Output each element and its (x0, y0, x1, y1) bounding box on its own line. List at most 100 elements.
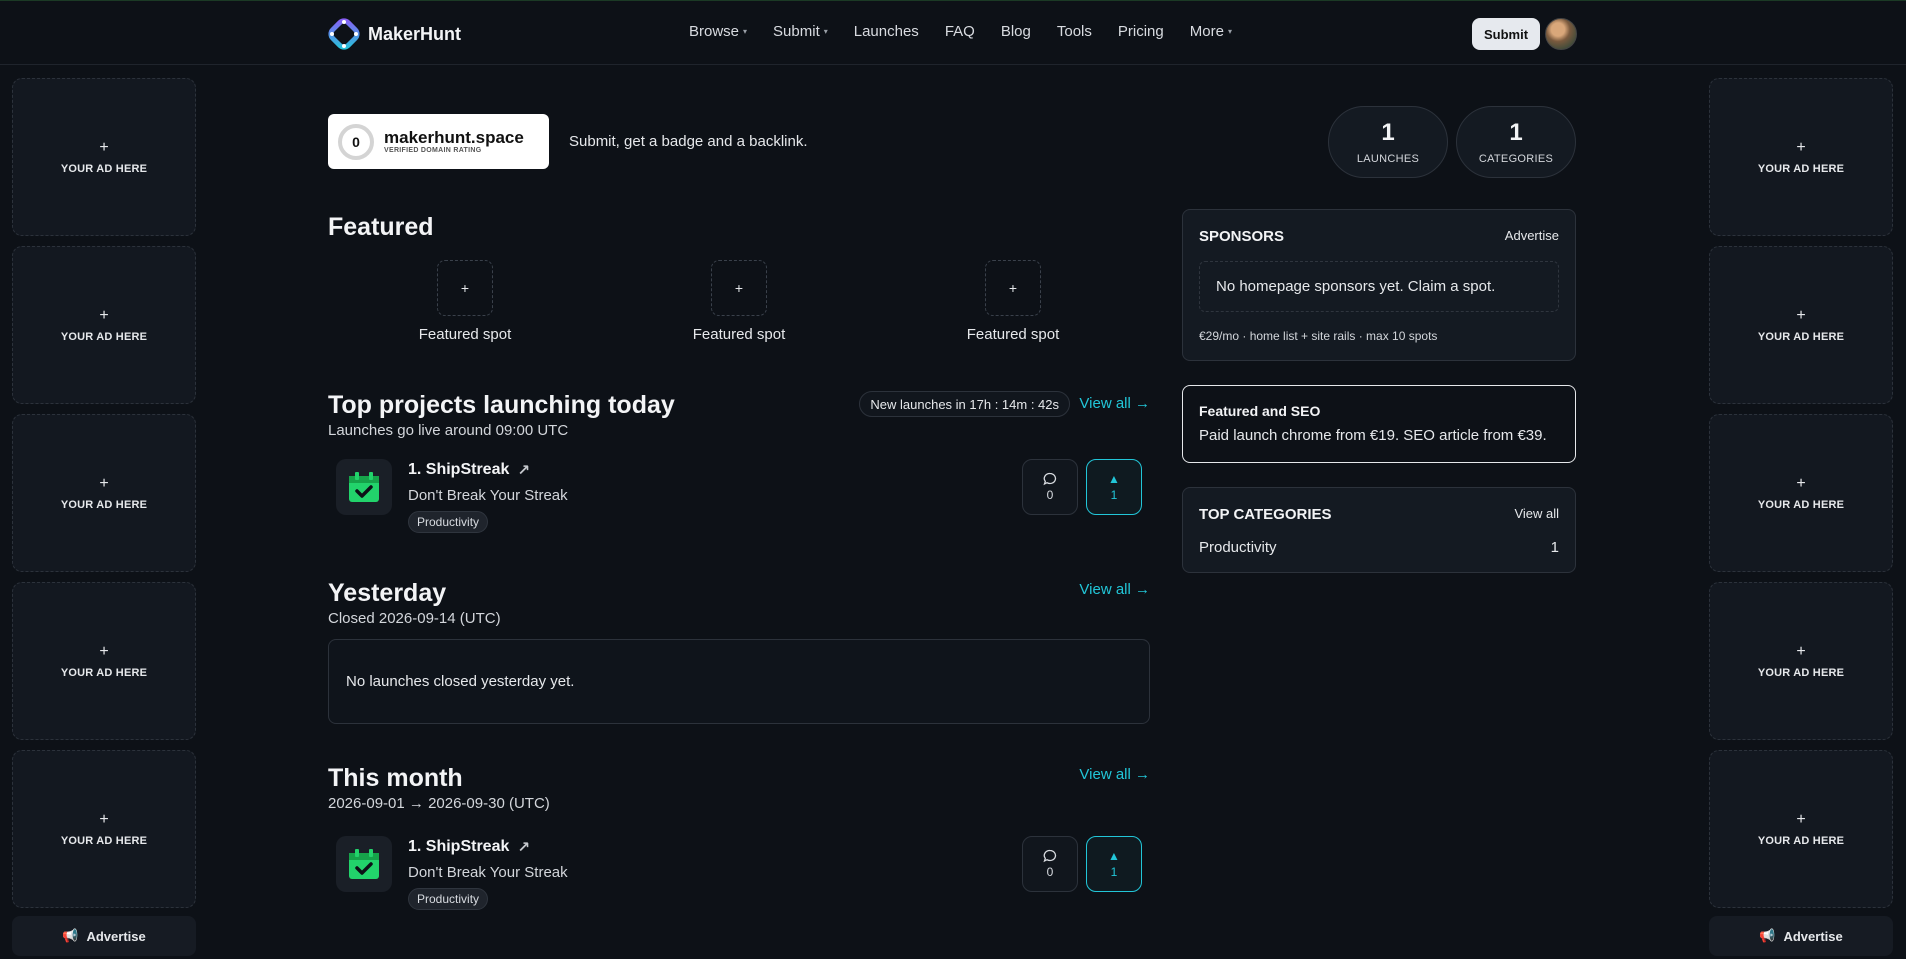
ad-slot[interactable]: + YOUR AD HERE (1709, 78, 1893, 236)
stat-categories: 1 CATEGORIES (1456, 106, 1576, 178)
launch-name[interactable]: 1. ShipStreak ↗ (408, 461, 530, 479)
nav-faq[interactable]: FAQ (945, 23, 975, 40)
sponsor-empty-slot[interactable]: No homepage sponsors yet. Claim a spot. (1199, 261, 1559, 312)
ad-slot[interactable]: + YOUR AD HERE (1709, 582, 1893, 740)
stat-launches-label: LAUNCHES (1356, 153, 1420, 165)
comment-button[interactable]: 0 (1022, 836, 1078, 892)
month-header: This month 2026-09-01 → 2026-09-30 (UTC)… (328, 764, 1150, 812)
featured-spot[interactable]: + Featured spot (602, 260, 876, 343)
nav-launches[interactable]: Launches (854, 23, 919, 40)
badge-tagline: Submit, get a badge and a backlink. (569, 133, 808, 150)
plus-icon: + (1796, 475, 1806, 492)
featured-spot[interactable]: + Featured spot (876, 260, 1150, 343)
today-header: Top projects launching today Launches go… (328, 391, 1150, 439)
main-content: 0 makerhunt.space VERIFIED DOMAIN RATING… (328, 114, 1150, 926)
top-categories-title: TOP CATEGORIES (1199, 506, 1332, 523)
domain-rating-badge[interactable]: 0 makerhunt.space VERIFIED DOMAIN RATING (328, 114, 549, 169)
launch-item[interactable]: 1. ShipStreak ↗ Don't Break Your Streak P… (328, 836, 1150, 926)
plus-icon: + (1796, 643, 1806, 660)
stat-categories-label: CATEGORIES (1478, 153, 1554, 165)
nav-launches-label: Launches (853, 23, 919, 40)
upvote-button[interactable]: ▲ 1 (1086, 459, 1142, 515)
app-name: MakerHunt (368, 23, 462, 44)
launch-tagline: Don't Break Your Streak (408, 864, 568, 881)
comment-count: 0 (1046, 488, 1054, 502)
ad-slot[interactable]: + YOUR AD HERE (1709, 750, 1893, 908)
category-row[interactable]: Productivity 1 (1183, 523, 1575, 556)
ad-slot[interactable]: + YOUR AD HERE (12, 78, 196, 236)
month-view-all-link[interactable]: View all → (1079, 766, 1150, 783)
plus-icon: + (99, 307, 109, 324)
ad-slot[interactable]: + YOUR AD HERE (1709, 414, 1893, 572)
advertise-button[interactable]: 📢 Advertise (1709, 916, 1893, 956)
category-name: Productivity (1199, 539, 1277, 556)
nav-more[interactable]: More ▾ (1190, 23, 1232, 40)
external-link-icon[interactable]: ↗ (517, 461, 530, 479)
category-tag[interactable]: Productivity (408, 511, 489, 533)
launch-name[interactable]: 1. ShipStreak ↗ (408, 838, 530, 856)
calendar-check-icon (336, 836, 392, 892)
ad-slot[interactable]: + YOUR AD HERE (12, 246, 196, 404)
top-categories-header: TOP CATEGORIES View all (1183, 488, 1575, 523)
launch-name-text: 1. ShipStreak (408, 838, 510, 855)
nav-tools[interactable]: Tools (1057, 23, 1092, 40)
stats-row: 1 LAUNCHES 1 CATEGORIES (1328, 106, 1576, 178)
launch-item[interactable]: 1. ShipStreak ↗ Don't Break Your Streak P… (328, 459, 1150, 549)
vote-count: 1 (1110, 488, 1118, 502)
advertise-button[interactable]: 📢 Advertise (12, 916, 196, 956)
yesterday-title: Yesterday (328, 579, 447, 607)
category-tag[interactable]: Productivity (408, 888, 489, 910)
advertise-label: Advertise (1783, 928, 1843, 944)
today-view-all-link[interactable]: View all → (1079, 395, 1150, 412)
nav-submit-label: Submit (773, 23, 820, 40)
yesterday-header: Yesterday Closed 2026-09-14 (UTC) View a… (328, 579, 1150, 627)
stat-launches-value: 1 (1381, 119, 1395, 146)
plus-icon: + (1796, 307, 1806, 324)
megaphone-icon: 📢 (1759, 928, 1776, 943)
featured-seo-card[interactable]: Featured and SEO Paid launch chrome from… (1182, 385, 1576, 463)
megaphone-icon: 📢 (62, 928, 79, 943)
nav-more-label: More (1189, 23, 1224, 40)
logo[interactable]: MakerHunt (328, 18, 461, 50)
month-section: This month 2026-09-01 → 2026-09-30 (UTC)… (328, 764, 1150, 926)
upvote-button[interactable]: ▲ 1 (1086, 836, 1142, 892)
badge-text-group: makerhunt.space VERIFIED DOMAIN RATING (384, 128, 524, 155)
main-nav: Browse ▾ Submit ▾ Launches FAQ Blog Tools … (689, 23, 1258, 40)
plus-icon: + (99, 811, 109, 828)
ad-slot-label: YOUR AD HERE (60, 835, 148, 847)
seo-title: Featured and SEO (1199, 403, 1321, 419)
nav-pricing-label: Pricing (1117, 23, 1164, 40)
ad-slot-label: YOUR AD HERE (1757, 499, 1845, 511)
nav-blog[interactable]: Blog (1001, 23, 1031, 40)
ad-slot-label: YOUR AD HERE (1757, 331, 1845, 343)
ad-slot[interactable]: + YOUR AD HERE (12, 414, 196, 572)
top-categories-view-all-link[interactable]: View all (1514, 506, 1559, 523)
comment-icon (1043, 472, 1057, 486)
launch-name-text: 1. ShipStreak (408, 461, 510, 478)
ad-slot[interactable]: + YOUR AD HERE (12, 582, 196, 740)
featured-spot[interactable]: + Featured spot (328, 260, 602, 343)
nav-pricing[interactable]: Pricing (1118, 23, 1164, 40)
top-navbar: MakerHunt Browse ▾ Submit ▾ Launches FAQ B… (0, 0, 1906, 65)
yesterday-view-all-link[interactable]: View all → (1079, 581, 1150, 598)
nav-browse[interactable]: Browse ▾ (689, 23, 747, 40)
chevron-down-icon: ▾ (1227, 27, 1232, 36)
badge-subtitle: VERIFIED DOMAIN RATING (384, 147, 482, 155)
ad-slot-label: YOUR AD HERE (1757, 667, 1845, 679)
plus-icon: + (985, 260, 1041, 316)
countdown-badge: New launches in 17h : 14m : 42s (859, 391, 1070, 417)
sponsors-advertise-link[interactable]: Advertise (1505, 228, 1559, 245)
comment-button[interactable]: 0 (1022, 459, 1078, 515)
ad-slot-label: YOUR AD HERE (60, 667, 148, 679)
submit-button[interactable]: Submit (1472, 18, 1541, 50)
ad-slot[interactable]: + YOUR AD HERE (1709, 246, 1893, 404)
nav-submit[interactable]: Submit ▾ (773, 23, 828, 40)
today-subtitle: Launches go live around 09:00 UTC (328, 422, 569, 439)
ad-slot-label: YOUR AD HERE (60, 499, 148, 511)
external-link-icon[interactable]: ↗ (517, 838, 530, 856)
avatar[interactable] (1545, 18, 1577, 50)
plus-icon: + (711, 260, 767, 316)
nav-browse-label: Browse (689, 23, 740, 40)
sponsors-title: SPONSORS (1199, 228, 1285, 245)
ad-slot[interactable]: + YOUR AD HERE (12, 750, 196, 908)
